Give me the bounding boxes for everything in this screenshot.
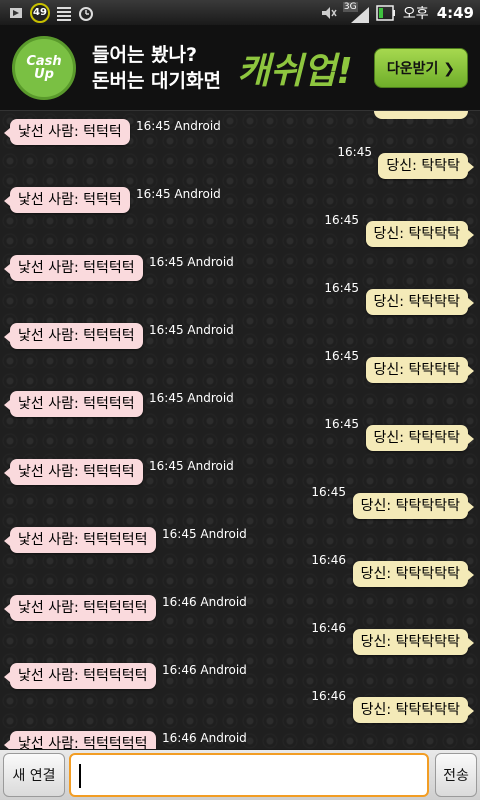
ad-banner[interactable]: Cash Up 들어는 봤나? 돈버는 대기화면 캐쉬업! 다운받기 ❯ [0, 25, 480, 111]
ad-brand: 캐쉬업! [236, 50, 353, 92]
message-bubble: 낯선 사람: 턱턱턱턱턱 [4, 595, 156, 621]
stranger-message: 낯선 사람: 턱턱턱턱턱 16:45 Android [0, 525, 480, 555]
new-connection-button[interactable]: 새 연결 [3, 753, 65, 797]
battery-icon [376, 4, 395, 21]
stranger-message: 낯선 사람: 턱턱턱턱 16:45 Android [0, 253, 480, 283]
my-message: 당신: 탁탁탁탁 16:45 [0, 281, 480, 317]
message-timestamp: 16:45 Android [136, 187, 221, 201]
message-timestamp: 16:46 Android [162, 731, 247, 745]
message-timestamp: 16:45 [324, 213, 359, 227]
my-message: 당신: 탁탁탁탁탁 16:46 [0, 689, 480, 725]
clock-time: 4:49 [436, 3, 474, 22]
message-bubble: 낯선 사람: 턱턱턱턱 [4, 255, 143, 281]
message-timestamp: 16:45 Android [149, 459, 234, 473]
message-timestamp: 16:45 [324, 417, 359, 431]
message-timestamp: 16:45 Android [136, 119, 221, 133]
ad-copy: 들어는 봤나? 돈버는 대기화면 [92, 42, 221, 94]
stranger-message: 낯선 사람: 턱턱턱 16:45 Android [0, 117, 480, 147]
ad-download-button[interactable]: 다운받기 ❯ [373, 47, 468, 88]
text-cursor [79, 764, 81, 788]
message-bubble: 당신: 탁탁탁탁 [365, 425, 475, 451]
message-timestamp: 16:46 Android [162, 595, 247, 609]
stranger-message: 낯선 사람: 턱턱턱턱턱 16:46 Android [0, 593, 480, 623]
my-message: 당신: 탁탁탁탁탁 16:46 [0, 621, 480, 657]
message-timestamp: 16:45 Android [149, 255, 234, 269]
ad-line-1: 들어는 봤나? [92, 43, 198, 66]
my-message: 당신: 탁탁탁탁탁 16:46 [0, 553, 480, 589]
message-timestamp: 16:45 Android [162, 527, 247, 541]
message-bubble: 낯선 사람: 턱턱턱턱턱 [4, 731, 156, 749]
stranger-message: 낯선 사람: 턱턱턱턱 16:45 Android [0, 321, 480, 351]
message-bubble: 낯선 사람: 턱턱턱턱턱 [4, 527, 156, 553]
message-input[interactable] [69, 753, 429, 797]
message-timestamp: 16:46 Android [162, 663, 247, 677]
my-message: 당신: 탁탁탁 16:45 [0, 145, 480, 181]
volume-mute-icon [321, 6, 337, 19]
message-bubble: 당신: 탁탁탁탁 [365, 289, 475, 315]
message-bubble: 낯선 사람: 턱턱턱턱턱 [4, 663, 156, 689]
message-timestamp: 16:45 [324, 281, 359, 295]
chat-log[interactable]: 낯선 사람: 턱턱턱 16:45 Android 당신: 탁탁탁 16:45 낯선 사람… [0, 111, 480, 749]
stranger-message: 낯선 사람: 턱턱턱턱턱 16:46 Android [0, 661, 480, 691]
stranger-message: 낯선 사람: 턱턱턱턱턱 16:46 Android [0, 729, 480, 749]
input-bar: 새 연결 전송 [0, 750, 480, 800]
cashup-logo-text: Cash Up [26, 53, 62, 82]
my-message: 당신: 탁탁탁탁 16:45 [0, 417, 480, 453]
my-message: 당신: 탁탁탁탁 16:45 [0, 213, 480, 249]
my-message: 당신: 탁탁탁탁탁 16:45 [0, 485, 480, 521]
clock-ampm: 오후 [402, 5, 429, 22]
message-bubble: 당신: 탁탁탁탁탁 [352, 629, 475, 655]
send-button[interactable]: 전송 [435, 753, 477, 797]
ad-line-2: 돈버는 대기화면 [92, 69, 221, 92]
message-bubble: 당신: 탁탁탁 [378, 153, 474, 179]
3g-signal-icon: 3G [342, 1, 369, 23]
notification-icon [10, 7, 22, 18]
message-timestamp: 16:45 Android [149, 391, 234, 405]
stranger-message: 낯선 사람: 턱턱턱턱 16:45 Android [0, 389, 480, 419]
cashup-logo: Cash Up [12, 35, 76, 100]
message-bubble: 낯선 사람: 턱턱턱턱 [4, 459, 143, 485]
message-bubble: 당신: 탁탁탁탁 [365, 221, 475, 247]
my-message: 당신: 탁탁탁탁 16:45 [0, 349, 480, 385]
message-timestamp: 16:45 [311, 485, 346, 499]
message-timestamp: 16:45 [324, 349, 359, 363]
message-bubble: 당신: 탁탁탁탁 [365, 357, 475, 383]
alarm-icon [79, 6, 93, 21]
message-bubble: 당신: 탁탁탁탁탁 [352, 697, 475, 723]
message-timestamp: 16:46 [311, 553, 346, 567]
message-timestamp: 16:45 Android [149, 323, 234, 337]
signal-bars-icon [57, 6, 71, 21]
battery-level-badge: 49 [30, 2, 50, 23]
message-timestamp: 16:46 [311, 689, 346, 703]
message-bubble: 당신: 탁탁탁탁탁 [352, 493, 475, 519]
message-bubble: 낯선 사람: 턱턱턱 [4, 119, 130, 145]
message-bubble: 낯선 사람: 턱턱턱 [4, 187, 130, 213]
message-timestamp: 16:46 [311, 621, 346, 635]
stranger-message: 낯선 사람: 턱턱턱 16:45 Android [0, 185, 480, 215]
message-bubble: 낯선 사람: 턱턱턱턱 [4, 323, 143, 349]
message-timestamp: 16:45 [337, 145, 372, 159]
message-bubble: 당신: 탁탁탁탁탁 [352, 561, 475, 587]
message-bubble: 낯선 사람: 턱턱턱턱 [4, 391, 143, 417]
stranger-message: 낯선 사람: 턱턱턱턱 16:45 Android [0, 457, 480, 487]
status-bar: 49 3G 오후 4:49 [0, 0, 480, 25]
